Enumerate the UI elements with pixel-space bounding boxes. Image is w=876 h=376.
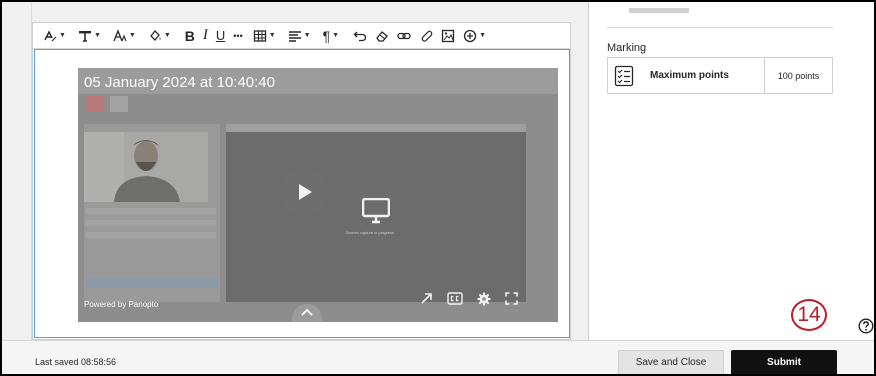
video-timestamp: 05 January 2024 at 10:40:40 <box>84 74 275 91</box>
attach-icon <box>421 30 433 42</box>
recorder-blue-button <box>86 278 218 288</box>
text-style-icon <box>44 29 57 41</box>
recorder-field <box>86 220 216 226</box>
app-frame: ▼ ▼ ▼ ▼ B I U ••• ▼ ▼ ¶ ▼ ▼ 05 January 2… <box>0 0 876 376</box>
rubric-list-icon <box>608 65 640 87</box>
marking-label: Marking <box>607 42 647 54</box>
recorder-pause-button <box>110 96 128 112</box>
text-style-button[interactable]: ▼ <box>39 25 70 47</box>
chevron-down-icon: ▼ <box>128 32 136 39</box>
help-question-icon <box>858 318 874 334</box>
section-divider <box>607 27 833 28</box>
paragraph-format-icon <box>78 30 91 42</box>
align-button[interactable]: ▼ <box>284 25 315 47</box>
link-button[interactable] <box>393 25 415 47</box>
top-background <box>32 2 588 22</box>
link-icon <box>397 32 411 39</box>
rich-text-editor: ▼ ▼ ▼ ▼ B I U ••• ▼ ▼ ¶ ▼ ▼ 05 January 2… <box>32 22 571 340</box>
step-number-badge: 14 <box>791 299 827 331</box>
paragraph-format-button[interactable]: ▼ <box>74 25 105 47</box>
monitor-icon <box>361 197 391 229</box>
table-icon <box>253 29 266 42</box>
previous-section-text <box>629 8 689 13</box>
chevron-down-icon: ▼ <box>479 32 486 39</box>
recorder-field <box>86 232 216 238</box>
clear-format-button[interactable] <box>371 25 393 47</box>
paragraph-icon: ¶ <box>322 27 331 44</box>
maximum-points-row[interactable]: Maximum points 100 points <box>607 57 833 94</box>
embedded-video[interactable]: 05 January 2024 at 10:40:40 Screen captu… <box>78 68 558 322</box>
more-options-button[interactable]: ••• <box>229 25 246 47</box>
chevron-down-icon: ▼ <box>163 32 171 39</box>
left-background <box>2 2 32 340</box>
recorder-tabs <box>226 124 526 132</box>
settings-panel: Marking Maximum points 100 points <box>589 2 874 340</box>
help-button[interactable] <box>858 318 874 339</box>
undo-icon <box>353 31 367 41</box>
submit-button[interactable]: Submit <box>731 350 837 374</box>
italic-button[interactable]: I <box>199 25 212 47</box>
video-controls <box>420 292 518 306</box>
font-size-icon <box>113 28 127 41</box>
person-image <box>84 132 208 202</box>
editor-content-area[interactable]: 05 January 2024 at 10:40:40 Screen captu… <box>34 49 570 338</box>
recorder-field <box>86 208 216 214</box>
play-icon <box>299 184 312 200</box>
captions-icon[interactable] <box>447 292 463 306</box>
recorder-record-button <box>86 96 104 112</box>
attach-button[interactable] <box>415 25 437 47</box>
open-external-icon[interactable] <box>420 292 433 306</box>
marking-points-value: 100 points <box>764 58 832 93</box>
chevron-down-icon: ▼ <box>303 32 311 39</box>
chevron-down-icon: ▼ <box>332 32 340 39</box>
marking-name: Maximum points <box>650 70 729 81</box>
insert-content-button[interactable]: ▼ <box>459 25 490 47</box>
image-button[interactable] <box>437 25 459 47</box>
last-saved-status: Last saved 08:58:56 <box>35 357 117 367</box>
table-button[interactable]: ▼ <box>249 25 280 47</box>
insert-icon <box>463 29 477 42</box>
clear-format-icon <box>376 30 388 42</box>
undo-button[interactable] <box>349 25 371 47</box>
editor-side-gap <box>571 22 588 340</box>
save-and-close-button[interactable]: Save and Close <box>618 350 724 374</box>
chevron-down-icon: ▼ <box>93 32 101 39</box>
paragraph-button[interactable]: ¶ ▼ <box>319 25 343 47</box>
image-icon <box>441 29 455 42</box>
align-icon <box>288 30 301 42</box>
play-button[interactable] <box>280 168 328 216</box>
footer-bar: Last saved 08:58:56 Save and Close Submi… <box>2 340 874 374</box>
webcam-preview <box>84 132 208 202</box>
underline-button[interactable]: U <box>212 25 229 47</box>
bold-button[interactable]: B <box>181 25 199 47</box>
chevron-down-icon: ▼ <box>268 32 276 39</box>
chevron-up-icon <box>301 308 313 316</box>
font-size-button[interactable]: ▼ <box>109 25 140 47</box>
powered-by-label: Powered by Panopto <box>84 300 159 309</box>
capture-status-text: Screen capture in progress <box>346 230 395 235</box>
text-color-icon <box>149 29 161 41</box>
text-color-button[interactable]: ▼ <box>144 25 175 47</box>
fullscreen-icon[interactable] <box>505 292 518 306</box>
editor-toolbar: ▼ ▼ ▼ ▼ B I U ••• ▼ ▼ ¶ ▼ ▼ <box>33 23 570 49</box>
chevron-down-icon: ▼ <box>59 32 66 39</box>
settings-gear-icon[interactable] <box>477 292 491 306</box>
